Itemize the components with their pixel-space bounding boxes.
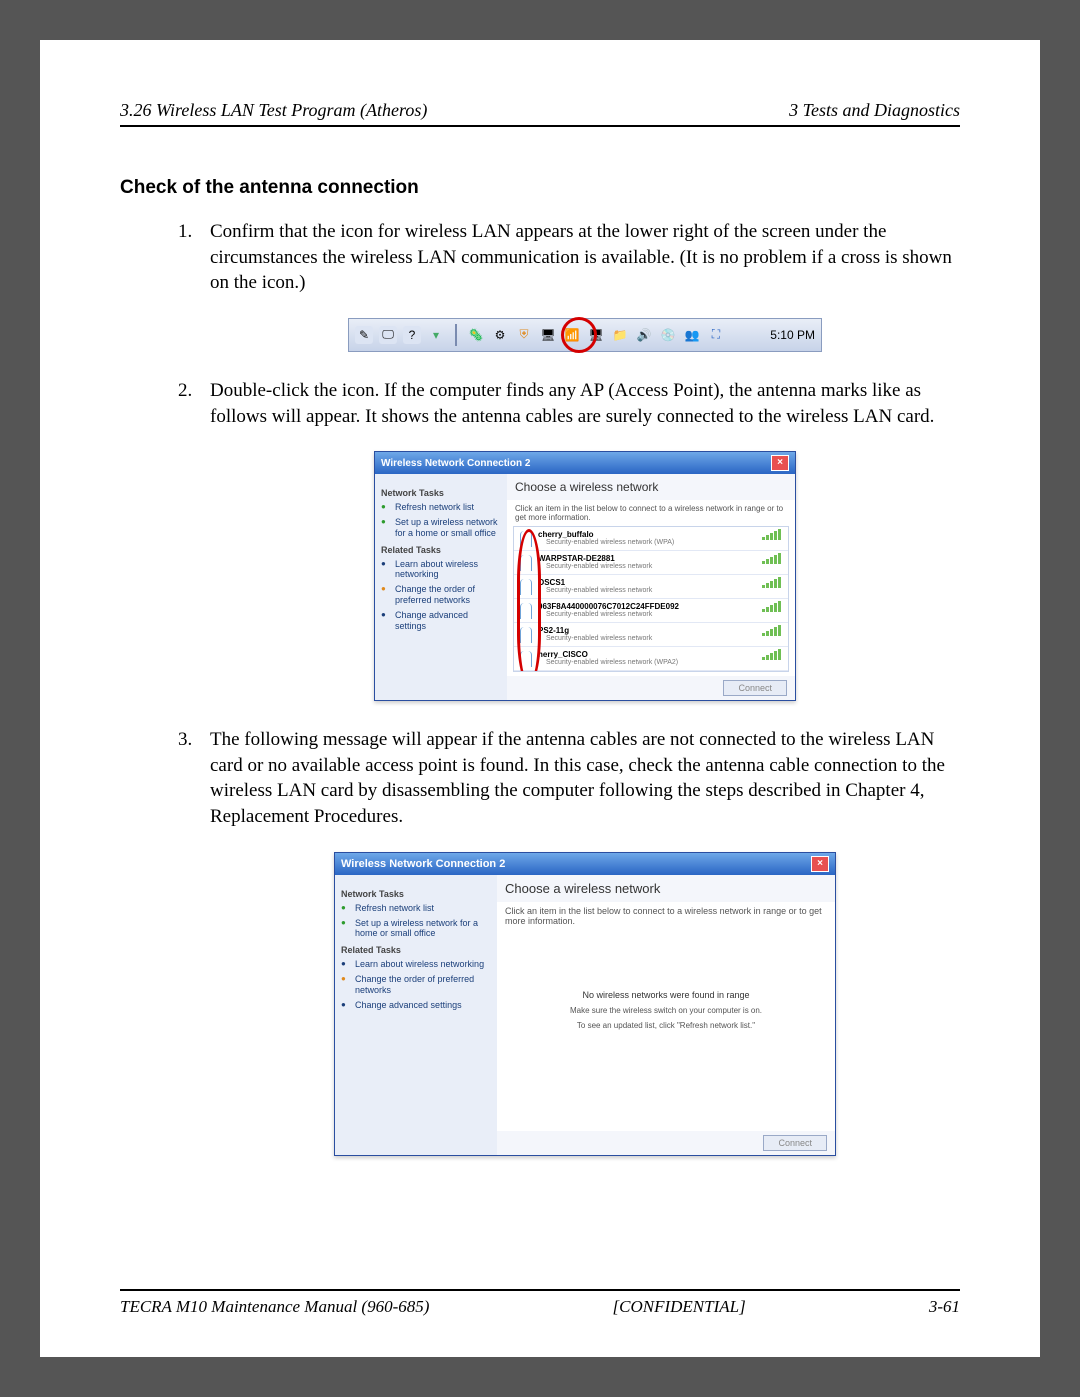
monitor-icon: 🖥 bbox=[539, 326, 557, 344]
sidebar-head-network: Network Tasks bbox=[341, 889, 491, 899]
figure-dialog-empty: Wireless Network Connection 2 × Network … bbox=[210, 852, 960, 1156]
page: 3.26 Wireless LAN Test Program (Atheros)… bbox=[40, 40, 1040, 1357]
footer-left: TECRA M10 Maintenance Manual (960-685) bbox=[120, 1297, 429, 1317]
footer-rule bbox=[120, 1289, 960, 1291]
connect-row: Connect bbox=[497, 1131, 835, 1155]
figure-taskbar: ✎ 🖵 ? ▾ 🦠 ⚙ ⛨ 🖥 📶 🖥 📁 🔊 💿 👥 ⛶ 5:10 PM bbox=[210, 318, 960, 352]
sidebar-advanced[interactable]: Change advanced settings bbox=[341, 1000, 491, 1011]
dialog-right: Choose a wireless network Click an item … bbox=[497, 875, 835, 1155]
step-1: Confirm that the icon for wireless LAN a… bbox=[210, 219, 960, 296]
close-icon[interactable]: × bbox=[771, 455, 789, 471]
sidebar-order[interactable]: Change the order of preferred networks bbox=[341, 974, 491, 996]
sidebar-order[interactable]: Change the order of preferred networks bbox=[381, 584, 501, 606]
signal-icon bbox=[762, 602, 782, 612]
choose-heading: Choose a wireless network bbox=[507, 474, 795, 500]
folder-icon: 📁 bbox=[611, 326, 629, 344]
step-2: Double-click the icon. If the computer f… bbox=[210, 378, 960, 429]
highlight-circle bbox=[561, 317, 597, 353]
choose-heading: Choose a wireless network bbox=[497, 875, 835, 902]
sidebar-head-related: Related Tasks bbox=[381, 545, 501, 555]
signal-icon bbox=[762, 650, 782, 660]
sidebar-setup[interactable]: Set up a wireless network for a home or … bbox=[341, 918, 491, 940]
antivirus-icon: 🦠 bbox=[467, 326, 485, 344]
dialog-sidebar: Network Tasks Refresh network list Set u… bbox=[335, 875, 497, 1155]
network-list[interactable]: cherry_buffaloSecurity-enabled wireless … bbox=[513, 526, 789, 672]
header-left: 3.26 Wireless LAN Test Program (Atheros) bbox=[120, 100, 427, 121]
network-security: Security-enabled wireless network bbox=[538, 611, 756, 618]
display-icon: 🖵 bbox=[379, 326, 397, 344]
sidebar-refresh[interactable]: Refresh network list bbox=[341, 903, 491, 914]
network-item[interactable]: OSCS1Security-enabled wireless network bbox=[514, 575, 788, 599]
taskbar: ✎ 🖵 ? ▾ 🦠 ⚙ ⛨ 🖥 📶 🖥 📁 🔊 💿 👥 ⛶ 5:10 PM bbox=[348, 318, 822, 352]
hint-text: Click an item in the list below to conne… bbox=[507, 500, 795, 526]
sidebar-head-network: Network Tasks bbox=[381, 488, 501, 498]
disc-icon: 💿 bbox=[659, 326, 677, 344]
network-item[interactable]: PS2-11gSecurity-enabled wireless network bbox=[514, 623, 788, 647]
network-name: WARPSTAR-DE2881 bbox=[538, 554, 756, 563]
signal-icon bbox=[762, 578, 782, 588]
highlight-oval bbox=[517, 529, 541, 672]
gear-icon: ⚙ bbox=[491, 326, 509, 344]
header-rule bbox=[120, 125, 960, 127]
network-security: Security-enabled wireless network bbox=[538, 635, 756, 642]
sidebar-refresh[interactable]: Refresh network list bbox=[381, 502, 501, 513]
network-item[interactable]: WARPSTAR-DE2881Security-enabled wireless… bbox=[514, 551, 788, 575]
empty-sub2: To see an updated list, click "Refresh n… bbox=[517, 1021, 815, 1030]
close-icon[interactable]: × bbox=[811, 856, 829, 872]
signal-icon bbox=[762, 530, 782, 540]
connect-button[interactable]: Connect bbox=[763, 1135, 827, 1151]
network-name: PS2-11g bbox=[538, 626, 756, 635]
expand-icon: ▾ bbox=[427, 326, 445, 344]
dialog-right: Choose a wireless network Click an item … bbox=[507, 474, 795, 700]
network-security: Security-enabled wireless network bbox=[538, 587, 756, 594]
volume-icon: 🔊 bbox=[635, 326, 653, 344]
network-name: herry_CISCO bbox=[538, 650, 756, 659]
header-right: 3 Tests and Diagnostics bbox=[789, 100, 960, 121]
network-item[interactable]: cherry_buffaloSecurity-enabled wireless … bbox=[514, 527, 788, 551]
sidebar-learn[interactable]: Learn about wireless networking bbox=[341, 959, 491, 970]
figure-dialog-found: Wireless Network Connection 2 × Network … bbox=[210, 451, 960, 701]
signal-icon bbox=[762, 554, 782, 564]
footer-right: 3-61 bbox=[929, 1297, 960, 1317]
sidebar-head-related: Related Tasks bbox=[341, 945, 491, 955]
footer-center: [CONFIDENTIAL] bbox=[613, 1297, 746, 1317]
dialog-titlebar: Wireless Network Connection 2 × bbox=[335, 853, 835, 875]
people-icon: 👥 bbox=[683, 326, 701, 344]
empty-message: No wireless networks were found in range… bbox=[497, 930, 835, 1131]
network-name: 063F8A440000076C7012C24FFDE092 bbox=[538, 602, 756, 611]
network-name: cherry_buffalo bbox=[538, 530, 756, 539]
hint-text: Click an item in the list below to conne… bbox=[497, 902, 835, 930]
help-icon: ? bbox=[403, 326, 421, 344]
step-3: The following message will appear if the… bbox=[210, 727, 960, 830]
dialog-titlebar: Wireless Network Connection 2 × bbox=[375, 452, 795, 474]
sidebar-learn[interactable]: Learn about wireless networking bbox=[381, 559, 501, 581]
dialog-sidebar: Network Tasks Refresh network list Set u… bbox=[375, 474, 507, 700]
sidebar-setup[interactable]: Set up a wireless network for a home or … bbox=[381, 517, 501, 539]
sidebar-advanced[interactable]: Change advanced settings bbox=[381, 610, 501, 632]
empty-title: No wireless networks were found in range bbox=[517, 990, 815, 1000]
shield-icon: ⛨ bbox=[515, 326, 533, 344]
signal-icon bbox=[762, 626, 782, 636]
pencil-icon: ✎ bbox=[355, 326, 373, 344]
network-security: Security-enabled wireless network bbox=[538, 563, 756, 570]
network-security: Security-enabled wireless network (WPA) bbox=[538, 539, 756, 546]
wlan-dialog: Wireless Network Connection 2 × Network … bbox=[374, 451, 796, 701]
section-title: Check of the antenna connection bbox=[120, 177, 960, 199]
taskbar-clock: 5:10 PM bbox=[770, 328, 815, 342]
dialog-title: Wireless Network Connection 2 bbox=[381, 458, 530, 469]
dialog-title: Wireless Network Connection 2 bbox=[341, 858, 505, 870]
connect-button[interactable]: Connect bbox=[723, 680, 787, 696]
network-item[interactable]: 063F8A440000076C7012C24FFDE092Security-e… bbox=[514, 599, 788, 623]
ordered-list: Confirm that the icon for wireless LAN a… bbox=[120, 219, 960, 1182]
resize-icon: ⛶ bbox=[707, 326, 725, 344]
network-name: OSCS1 bbox=[538, 578, 756, 587]
taskbar-divider bbox=[455, 324, 457, 346]
page-footer: TECRA M10 Maintenance Manual (960-685) [… bbox=[120, 1239, 960, 1317]
connect-row: Connect bbox=[507, 676, 795, 700]
network-security: Security-enabled wireless network (WPA2) bbox=[538, 659, 756, 666]
page-header: 3.26 Wireless LAN Test Program (Atheros)… bbox=[120, 100, 960, 121]
empty-sub1: Make sure the wireless switch on your co… bbox=[517, 1006, 815, 1015]
wlan-dialog-empty: Wireless Network Connection 2 × Network … bbox=[334, 852, 836, 1156]
network-item[interactable]: herry_CISCOSecurity-enabled wireless net… bbox=[514, 647, 788, 671]
